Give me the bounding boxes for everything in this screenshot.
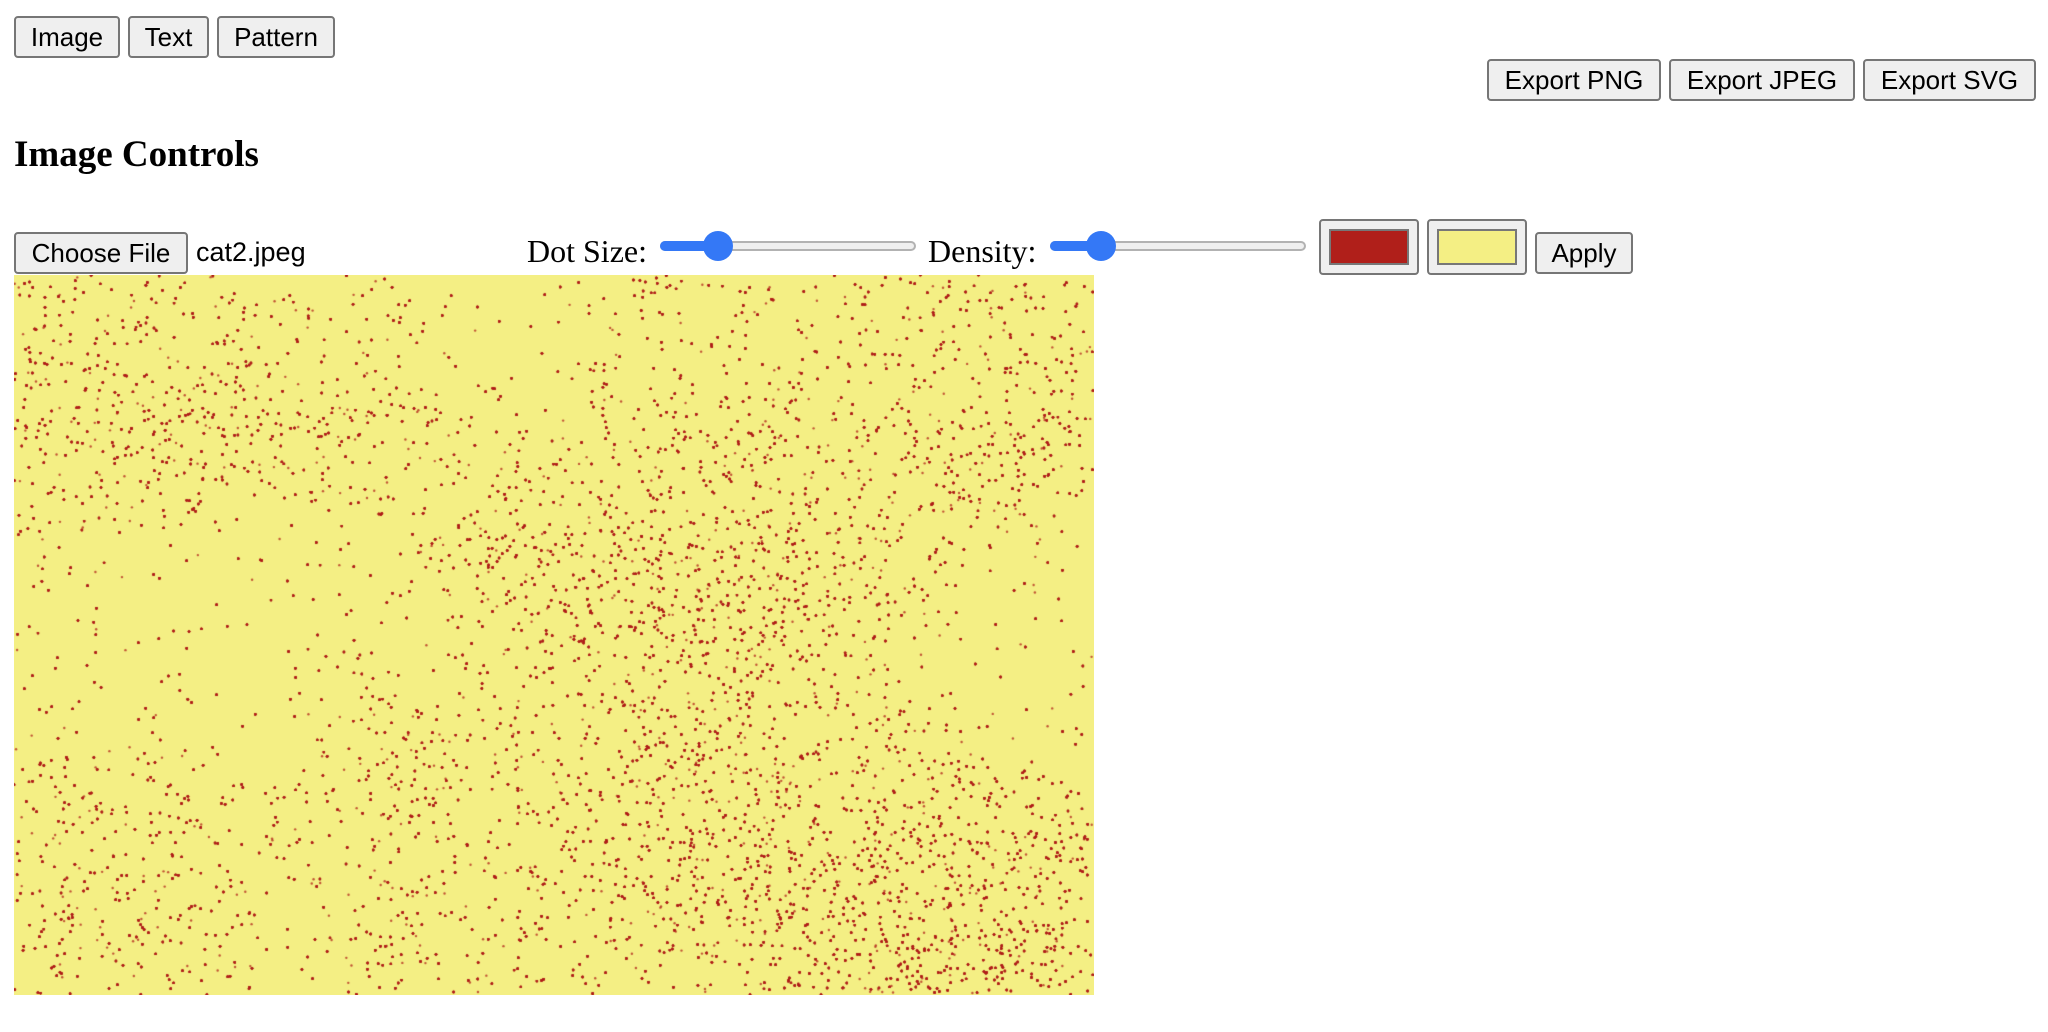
tab-image[interactable]: Image xyxy=(14,16,120,58)
selected-filename: cat2.jpeg xyxy=(196,237,306,267)
dot-color-swatch xyxy=(1329,229,1409,265)
export-png-button[interactable]: Export PNG xyxy=(1487,59,1661,101)
stipple-preview xyxy=(14,275,1094,995)
stipple-canvas xyxy=(14,275,1094,995)
dot-size-slider[interactable] xyxy=(660,231,916,261)
export-svg-button[interactable]: Export SVG xyxy=(1863,59,2036,101)
section-heading: Image Controls xyxy=(14,134,259,175)
dot-color-picker[interactable] xyxy=(1319,219,1419,275)
density-thumb[interactable] xyxy=(1086,231,1117,261)
tab-pattern[interactable]: Pattern xyxy=(217,16,335,58)
choose-file-button[interactable]: Choose File xyxy=(14,232,188,274)
density-slider[interactable] xyxy=(1050,231,1306,261)
tab-text[interactable]: Text xyxy=(128,16,209,58)
apply-button[interactable]: Apply xyxy=(1535,232,1633,274)
dot-size-thumb[interactable] xyxy=(702,231,733,261)
dot-size-label: Dot Size: xyxy=(527,233,647,269)
density-label: Density: xyxy=(928,233,1037,269)
background-color-swatch xyxy=(1437,229,1517,265)
export-jpeg-button[interactable]: Export JPEG xyxy=(1669,59,1855,101)
background-color-picker[interactable] xyxy=(1427,219,1527,275)
